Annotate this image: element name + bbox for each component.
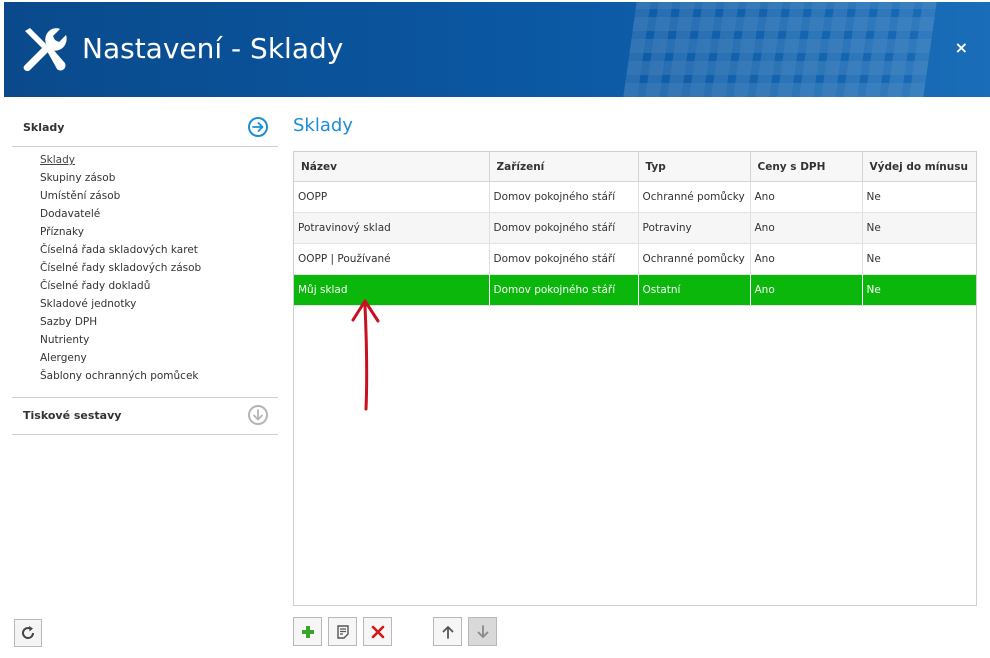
- column-header-vydej-do-minusu[interactable]: Výdej do mínusu: [862, 152, 976, 182]
- table-cell: Domov pokojného stáří: [489, 181, 639, 213]
- close-icon[interactable]: ×: [955, 38, 968, 57]
- table-row[interactable]: Potravinový sklad Domov pokojného stáří …: [294, 212, 976, 244]
- sidebar: Sklady Sklady Skupiny zásob Umístění zás…: [12, 110, 278, 435]
- column-header-nazev[interactable]: Název: [294, 152, 490, 182]
- sidebar-section-sklady[interactable]: Sklady: [12, 110, 278, 147]
- arrow-up-icon: [442, 626, 454, 639]
- table-cell: Ne: [862, 274, 976, 306]
- delete-button[interactable]: [363, 617, 392, 646]
- table-row[interactable]: OOPP | Používané Domov pokojného stáří O…: [294, 243, 976, 275]
- sidebar-section-tiskove-sestavy[interactable]: Tiskové sestavy: [12, 397, 278, 435]
- sidebar-item-skladove-jednotky[interactable]: Skladové jednotky: [40, 295, 278, 313]
- column-header-ceny-s-dph[interactable]: Ceny s DPH: [750, 152, 863, 182]
- table-cell: Ochranné pomůcky: [638, 181, 751, 213]
- sidebar-item-ciselne-rady-zasob[interactable]: Číselné řady skladových zásob: [40, 259, 278, 277]
- plus-icon: [302, 626, 314, 638]
- sidebar-item-sazby-dph[interactable]: Sazby DPH: [40, 313, 278, 331]
- arrow-down-circle-icon[interactable]: [248, 405, 268, 425]
- sidebar-item-sablony-pomucek[interactable]: Šablony ochranných pomůcek: [40, 367, 278, 385]
- table-cell: Ano: [750, 243, 863, 275]
- sidebar-section-label: Sklady: [23, 121, 65, 134]
- sidebar-item-priznaky[interactable]: Příznaky: [40, 223, 278, 241]
- sidebar-item-ciselna-rada-karet[interactable]: Číselná řada skladových karet: [40, 241, 278, 259]
- warehouses-table: Název Zařízení Typ Ceny s DPH Výdej do m…: [293, 151, 977, 606]
- table-cell: Ano: [750, 181, 863, 213]
- table-cell: OOPP | Používané: [294, 243, 490, 275]
- column-header-zarizeni[interactable]: Zařízení: [489, 152, 639, 182]
- table-cell: Ne: [862, 212, 976, 244]
- column-header-typ[interactable]: Typ: [638, 152, 751, 182]
- arrow-right-circle-icon[interactable]: [248, 117, 268, 137]
- table-cell: OOPP: [294, 181, 490, 213]
- table-cell: Domov pokojného stáří: [489, 243, 639, 275]
- sidebar-item-skupiny-zasob[interactable]: Skupiny zásob: [40, 169, 278, 187]
- edit-button[interactable]: [328, 617, 357, 646]
- move-up-button[interactable]: [433, 617, 462, 646]
- refresh-button[interactable]: [14, 619, 42, 647]
- window-header: Nastavení - Sklady ×: [4, 2, 990, 97]
- move-down-button[interactable]: [468, 617, 497, 646]
- table-cell: Ochranné pomůcky: [638, 243, 751, 275]
- add-button[interactable]: [293, 617, 322, 646]
- edit-note-icon: [337, 625, 349, 639]
- table-cell: Ostatní: [638, 274, 751, 306]
- table-cell: Ano: [750, 274, 863, 306]
- page-title: Sklady: [293, 115, 353, 136]
- table-row[interactable]: OOPP Domov pokojného stáří Ochranné pomů…: [294, 181, 976, 213]
- delete-x-icon: [371, 625, 385, 639]
- tools-icon: [23, 28, 67, 72]
- refresh-icon: [22, 626, 35, 639]
- arrow-down-icon: [477, 625, 489, 638]
- table-cell: Můj sklad: [294, 274, 490, 306]
- table-cell: Potraviny: [638, 212, 751, 244]
- window-title: Nastavení - Sklady: [82, 32, 344, 65]
- table-row-selected[interactable]: Můj sklad Domov pokojného stáří Ostatní …: [294, 274, 976, 306]
- table-cell: Domov pokojného stáří: [489, 212, 639, 244]
- header-pattern: [623, 2, 937, 97]
- table-header-row: Název Zařízení Typ Ceny s DPH Výdej do m…: [294, 152, 976, 182]
- sidebar-item-sklady[interactable]: Sklady: [40, 151, 278, 169]
- table-cell: Potravinový sklad: [294, 212, 490, 244]
- table-cell: Ne: [862, 243, 976, 275]
- table-cell: Domov pokojného stáří: [489, 274, 639, 306]
- sidebar-item-dodavatele[interactable]: Dodavatelé: [40, 205, 278, 223]
- sidebar-item-nutrienty[interactable]: Nutrienty: [40, 331, 278, 349]
- table-cell: Ne: [862, 181, 976, 213]
- sidebar-nav-list: Sklady Skupiny zásob Umístění zásob Doda…: [12, 147, 278, 397]
- sidebar-item-umisteni-zasob[interactable]: Umístění zásob: [40, 187, 278, 205]
- sidebar-item-alergeny[interactable]: Alergeny: [40, 349, 278, 367]
- sidebar-section-label: Tiskové sestavy: [23, 409, 122, 422]
- sidebar-item-ciselne-rady-dokladu[interactable]: Číselné řady dokladů: [40, 277, 278, 295]
- table-cell: Ano: [750, 212, 863, 244]
